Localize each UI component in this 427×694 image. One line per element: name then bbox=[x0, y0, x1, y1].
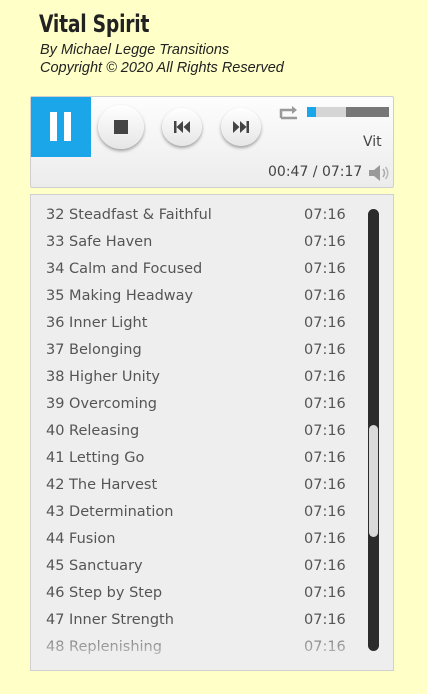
playlist-track[interactable]: 40 Releasing 07:16 bbox=[31, 419, 361, 446]
track-title: 38 Higher Unity bbox=[46, 369, 160, 385]
scrollbar-thumb[interactable] bbox=[369, 425, 378, 537]
track-title: 44 Fusion bbox=[46, 531, 116, 547]
playlist-track[interactable]: 46 Step by Step 07:16 bbox=[31, 581, 361, 608]
track-title: 43 Determination bbox=[46, 504, 174, 520]
playlist-track[interactable]: 42 The Harvest 07:16 bbox=[31, 473, 361, 500]
repeat-icon[interactable] bbox=[279, 104, 299, 120]
track-duration: 07:16 bbox=[304, 558, 346, 574]
playlist-track[interactable]: 32 Steadfast & Faithful 07:16 bbox=[31, 203, 361, 230]
track-title: 42 The Harvest bbox=[46, 477, 158, 493]
track-title: 39 Overcoming bbox=[46, 396, 158, 412]
playlist-track[interactable]: 35 Making Headway 07:16 bbox=[31, 284, 361, 311]
track-title: 47 Inner Strength bbox=[46, 612, 174, 628]
next-icon bbox=[233, 121, 249, 133]
playlist-track[interactable]: 37 Belonging 07:16 bbox=[31, 338, 361, 365]
playlist-track[interactable]: 39 Overcoming 07:16 bbox=[31, 392, 361, 419]
track-duration: 07:16 bbox=[304, 396, 346, 412]
previous-track-button[interactable] bbox=[162, 108, 202, 146]
track-duration: 07:16 bbox=[304, 261, 346, 277]
copyright-notice: Copyright © 2020 All Rights Reserved bbox=[40, 60, 284, 76]
progress-bar[interactable] bbox=[307, 107, 389, 117]
pause-button[interactable] bbox=[31, 97, 91, 157]
playlist-track[interactable]: 33 Safe Haven 07:16 bbox=[31, 230, 361, 257]
track-duration: 07:16 bbox=[304, 612, 346, 628]
track-title: 32 Steadfast & Faithful bbox=[46, 207, 212, 223]
playlist-track[interactable]: 34 Calm and Focused 07:16 bbox=[31, 257, 361, 284]
track-title: 33 Safe Haven bbox=[46, 234, 153, 250]
track-duration: 07:16 bbox=[304, 342, 346, 358]
track-title: 41 Letting Go bbox=[46, 450, 145, 466]
audio-player: Vit 00:47 / 07:17 bbox=[30, 96, 394, 188]
playlist-track[interactable]: 36 Inner Light 07:16 bbox=[31, 311, 361, 338]
track-title: 48 Replenishing bbox=[46, 639, 162, 655]
track-duration: 07:16 bbox=[304, 423, 346, 439]
track-duration: 07:16 bbox=[304, 477, 346, 493]
playlist-track[interactable]: 38 Higher Unity 07:16 bbox=[31, 365, 361, 392]
playlist-scrollbar[interactable] bbox=[368, 209, 379, 651]
track-title: 46 Step by Step bbox=[46, 585, 163, 601]
playlist-track[interactable]: 47 Inner Strength 07:16 bbox=[31, 608, 361, 635]
page-title: Vital Spirit bbox=[39, 10, 150, 38]
stop-button[interactable] bbox=[98, 105, 144, 149]
track-duration: 07:16 bbox=[304, 639, 346, 655]
track-title: 34 Calm and Focused bbox=[46, 261, 203, 277]
track-duration: 07:16 bbox=[304, 234, 346, 250]
now-playing-title: Vit bbox=[363, 134, 382, 150]
track-title: 37 Belonging bbox=[46, 342, 142, 358]
track-title: 40 Releasing bbox=[46, 423, 140, 439]
previous-icon bbox=[174, 121, 190, 133]
stop-icon bbox=[114, 120, 128, 134]
playlist: 32 Steadfast & Faithful 07:16 33 Safe Have… bbox=[30, 194, 394, 671]
playlist-track[interactable]: 44 Fusion 07:16 bbox=[31, 527, 361, 554]
track-duration: 07:16 bbox=[304, 450, 346, 466]
time-display: 00:47 / 07:17 bbox=[268, 164, 363, 180]
track-duration: 07:16 bbox=[304, 531, 346, 547]
playlist-track[interactable]: 43 Determination 07:16 bbox=[31, 500, 361, 527]
volume-icon[interactable] bbox=[367, 163, 391, 183]
progress-played bbox=[307, 107, 317, 117]
playlist-track[interactable]: 41 Letting Go 07:16 bbox=[31, 446, 361, 473]
track-duration: 07:16 bbox=[304, 504, 346, 520]
playlist-track[interactable]: 45 Sanctuary 07:16 bbox=[31, 554, 361, 581]
track-duration: 07:16 bbox=[304, 288, 346, 304]
playlist-track[interactable]: 48 Replenishing 07:16 bbox=[31, 635, 361, 662]
track-title: 35 Making Headway bbox=[46, 288, 194, 304]
track-duration: 07:16 bbox=[304, 207, 346, 223]
byline: By Michael Legge Transitions bbox=[40, 42, 230, 58]
track-title: 36 Inner Light bbox=[46, 315, 148, 331]
track-duration: 07:16 bbox=[304, 369, 346, 385]
track-duration: 07:16 bbox=[304, 585, 346, 601]
track-title: 45 Sanctuary bbox=[46, 558, 143, 574]
next-track-button[interactable] bbox=[221, 108, 261, 146]
track-duration: 07:16 bbox=[304, 315, 346, 331]
